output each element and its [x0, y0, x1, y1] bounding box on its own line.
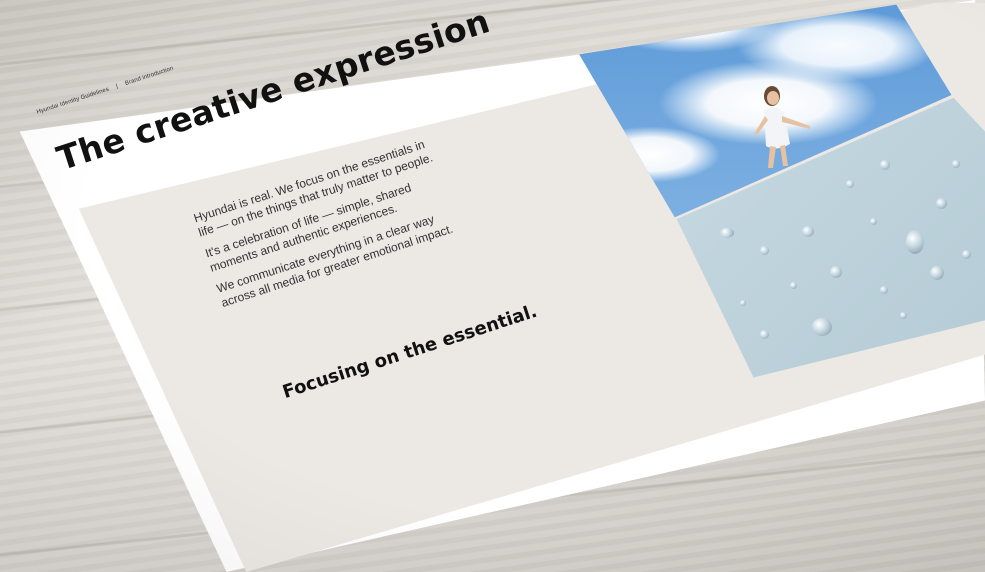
- water-drop: [906, 230, 924, 254]
- breadcrumb-separator: |: [115, 83, 119, 90]
- breadcrumb-section: Brand introduction: [124, 65, 175, 87]
- water-drop: [802, 226, 814, 237]
- water-drop: [870, 218, 877, 225]
- water-drop: [880, 286, 888, 294]
- water-drop: [846, 180, 854, 188]
- wooden-table-background: Hyundai Identity Guidelines | Brand intr…: [0, 0, 985, 572]
- breadcrumb-guidelines: Hyundai Identity Guidelines: [36, 86, 110, 116]
- water-drop: [830, 266, 842, 278]
- water-drop: [812, 318, 832, 336]
- water-drop: [720, 228, 734, 238]
- water-drop: [900, 312, 907, 319]
- water-drop: [790, 282, 797, 289]
- water-drop: [962, 250, 971, 259]
- water-drop: [936, 198, 947, 209]
- water-drop: [740, 300, 746, 306]
- water-drop: [760, 330, 769, 339]
- water-drop: [760, 246, 769, 255]
- water-drop: [930, 266, 944, 280]
- water-drop: [952, 160, 960, 168]
- water-drop: [880, 160, 890, 170]
